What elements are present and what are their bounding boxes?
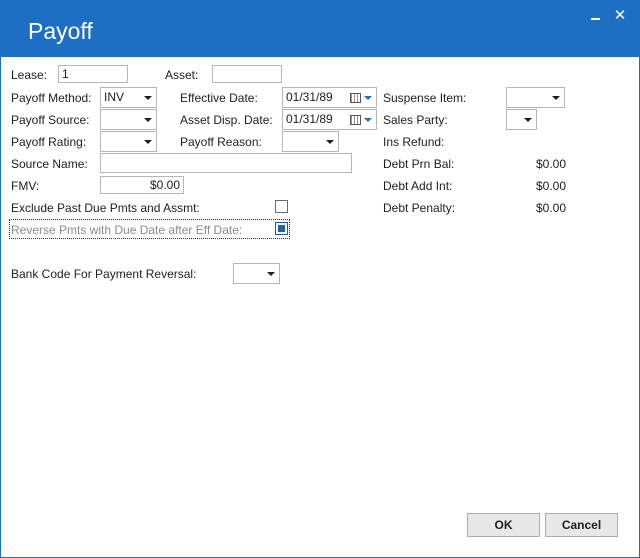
source-name-label: Source Name:: [11, 157, 88, 171]
chevron-down-icon: [144, 118, 152, 122]
debt-penalty-value: $0.00: [535, 201, 566, 215]
bank-code-dropdown[interactable]: [233, 263, 280, 284]
payoff-dialog: Payoff ✕ Lease: 1 Asset: Payoff Method: …: [0, 0, 640, 558]
close-icon[interactable]: ✕: [613, 8, 627, 23]
asset-disp-date-label: Asset Disp. Date:: [180, 113, 273, 127]
reverse-pmts-checkbox[interactable]: [275, 222, 288, 235]
title-bar: Payoff ✕: [1, 1, 639, 57]
payoff-method-label: Payoff Method:: [11, 91, 92, 105]
payoff-source-dropdown[interactable]: [100, 109, 157, 130]
payoff-rating-label: Payoff Rating:: [11, 135, 87, 149]
effective-date-picker[interactable]: 01/31/89: [282, 87, 377, 108]
ins-refund-label: Ins Refund:: [383, 135, 445, 149]
effective-date-label: Effective Date:: [180, 91, 258, 105]
chevron-down-icon: [552, 96, 560, 100]
debt-add-int-label: Debt Add Int:: [383, 179, 453, 193]
suspense-item-dropdown[interactable]: [506, 87, 565, 108]
bank-code-label: Bank Code For Payment Reversal:: [11, 267, 197, 281]
payoff-reason-label: Payoff Reason:: [180, 135, 262, 149]
sales-party-dropdown[interactable]: [506, 109, 537, 130]
debt-prn-bal-label: Debt Prn Bal:: [383, 157, 455, 171]
reverse-pmts-label: Reverse Pmts with Due Date after Eff Dat…: [11, 223, 243, 237]
payoff-source-label: Payoff Source:: [11, 113, 90, 127]
lease-input[interactable]: 1: [58, 65, 128, 83]
fmv-label: FMV:: [11, 179, 40, 193]
chevron-down-icon: [144, 140, 152, 144]
payoff-reason-dropdown[interactable]: [282, 131, 339, 152]
exclude-past-due-label: Exclude Past Due Pmts and Assmt:: [11, 201, 200, 215]
ok-button[interactable]: OK: [467, 513, 540, 537]
debt-prn-bal-value: $0.00: [535, 157, 566, 171]
fmv-input[interactable]: $0.00: [100, 176, 184, 194]
sales-party-label: Sales Party:: [383, 113, 448, 127]
chevron-down-icon: [267, 272, 275, 276]
lease-label: Lease:: [11, 68, 48, 82]
asset-input[interactable]: [212, 65, 282, 83]
debt-add-int-value: $0.00: [535, 179, 566, 193]
asset-label: Asset:: [165, 68, 199, 82]
chevron-down-icon: [326, 140, 334, 144]
payoff-method-value: INV: [104, 90, 125, 104]
effective-date-value: 01/31/89: [286, 90, 333, 104]
chevron-down-icon[interactable]: [364, 118, 372, 122]
cancel-button[interactable]: Cancel: [545, 513, 618, 537]
chevron-down-icon: [144, 96, 152, 100]
calendar-icon[interactable]: [350, 93, 361, 103]
payoff-rating-dropdown[interactable]: [100, 131, 157, 152]
exclude-past-due-checkbox[interactable]: [275, 200, 288, 213]
suspense-item-label: Suspense Item:: [383, 91, 467, 105]
calendar-icon[interactable]: [350, 115, 361, 125]
payoff-method-dropdown[interactable]: INV: [100, 87, 157, 108]
minimize-icon[interactable]: [589, 9, 603, 23]
asset-disp-date-value: 01/31/89: [286, 112, 333, 126]
debt-penalty-label: Debt Penalty:: [383, 201, 456, 215]
chevron-down-icon[interactable]: [364, 96, 372, 100]
dialog-title: Payoff: [28, 18, 93, 44]
chevron-down-icon: [524, 118, 532, 122]
source-name-input[interactable]: [100, 153, 352, 173]
asset-disp-date-picker[interactable]: 01/31/89: [282, 109, 377, 130]
